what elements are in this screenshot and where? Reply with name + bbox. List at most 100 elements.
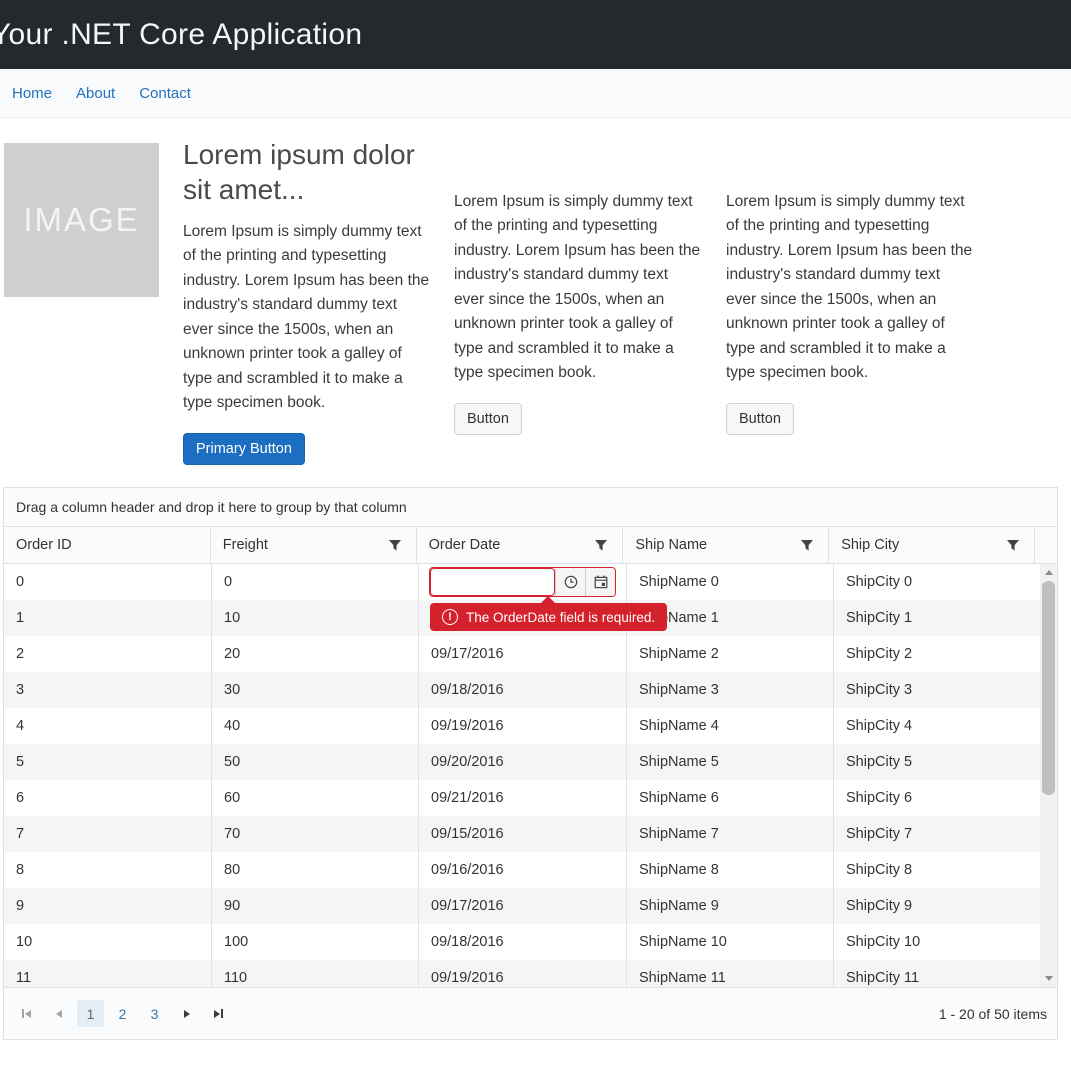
scrollbar-up-arrow[interactable] <box>1040 564 1057 581</box>
pager-next-button[interactable] <box>173 1000 200 1027</box>
pager-first-button[interactable] <box>13 1000 40 1027</box>
grid-group-panel[interactable]: Drag a column header and drop it here to… <box>4 488 1057 527</box>
cell-freight[interactable]: 60 <box>211 780 418 816</box>
cell-ship-city[interactable]: ShipCity 6 <box>833 780 1040 816</box>
cell-ship-name[interactable]: ShipName 8 <box>626 852 833 888</box>
cell-freight[interactable]: 0 <box>211 564 418 600</box>
cell-ship-name[interactable]: ShipName 7 <box>626 816 833 852</box>
cell-ship-name[interactable]: ShipName 2 <box>626 636 833 672</box>
scrollbar-thumb[interactable] <box>1042 581 1055 795</box>
hero-heading: Lorem ipsum dolor sit amet... <box>183 137 430 207</box>
cell-order-date[interactable]: 09/18/2016 <box>418 924 626 960</box>
cell-ship-city[interactable]: ShipCity 9 <box>833 888 1040 924</box>
cell-order-date[interactable]: 09/17/2016 <box>418 888 626 924</box>
main-nav: Home About Contact <box>0 69 1071 118</box>
cell-ship-city[interactable]: ShipCity 1 <box>833 600 1040 636</box>
secondary-button-1[interactable]: Button <box>454 403 522 435</box>
cell-order-id[interactable]: 9 <box>4 888 211 924</box>
cell-ship-name[interactable]: ShipName 11 <box>626 960 833 987</box>
column-header-ship-name-label[interactable]: Ship Name <box>635 537 707 553</box>
cell-order-id[interactable]: 6 <box>4 780 211 816</box>
cell-ship-city[interactable]: ShipCity 10 <box>833 924 1040 960</box>
table-row: 2 20 09/17/2016 ShipName 2 ShipCity 2 <box>4 636 1040 672</box>
cell-freight[interactable]: 40 <box>211 708 418 744</box>
cell-freight[interactable]: 50 <box>211 744 418 780</box>
validation-tooltip: ! The OrderDate field is required. <box>430 603 667 631</box>
order-date-input[interactable] <box>430 568 555 596</box>
table-row: 6 60 09/21/2016 ShipName 6 ShipCity 6 <box>4 780 1040 816</box>
column-header-order-date-label[interactable]: Order Date <box>429 537 501 553</box>
cell-ship-city[interactable]: ShipCity 0 <box>833 564 1040 600</box>
image-placeholder: IMAGE <box>4 143 159 297</box>
table-row: 10 100 09/18/2016 ShipName 10 ShipCity 1… <box>4 924 1040 960</box>
cell-freight[interactable]: 90 <box>211 888 418 924</box>
filter-icon[interactable] <box>1002 534 1024 556</box>
filter-icon[interactable] <box>590 534 612 556</box>
nav-item-about[interactable]: About <box>76 85 115 102</box>
date-picker-button[interactable] <box>585 568 615 596</box>
cell-ship-city[interactable]: ShipCity 4 <box>833 708 1040 744</box>
cell-ship-name[interactable]: ShipName 6 <box>626 780 833 816</box>
cell-order-id[interactable]: 10 <box>4 924 211 960</box>
cell-order-date-editor <box>418 564 626 600</box>
cell-ship-city[interactable]: ShipCity 11 <box>833 960 1040 987</box>
order-date-datetimepicker <box>429 567 616 597</box>
cell-order-date[interactable]: 09/21/2016 <box>418 780 626 816</box>
pager-last-button[interactable] <box>205 1000 232 1027</box>
hero-paragraph-1: Lorem Ipsum is simply dummy text of the … <box>183 220 430 416</box>
cell-order-date[interactable]: 09/19/2016 <box>418 960 626 987</box>
cell-freight[interactable]: 100 <box>211 924 418 960</box>
cell-freight[interactable]: 30 <box>211 672 418 708</box>
cell-ship-city[interactable]: ShipCity 3 <box>833 672 1040 708</box>
cell-order-id[interactable]: 7 <box>4 816 211 852</box>
column-header-order-id-label[interactable]: Order ID <box>16 537 72 553</box>
cell-order-date[interactable]: 09/15/2016 <box>418 816 626 852</box>
cell-order-date[interactable]: 09/20/2016 <box>418 744 626 780</box>
pager-page-2[interactable]: 2 <box>109 1000 136 1027</box>
nav-item-contact[interactable]: Contact <box>139 85 191 102</box>
cell-order-date[interactable]: 09/19/2016 <box>418 708 626 744</box>
cell-order-id[interactable]: 4 <box>4 708 211 744</box>
cell-order-id[interactable]: 11 <box>4 960 211 987</box>
cell-ship-name[interactable]: ShipName 4 <box>626 708 833 744</box>
cell-ship-city[interactable]: ShipCity 7 <box>833 816 1040 852</box>
column-header-ship-city: Ship City <box>828 527 1034 563</box>
cell-order-id[interactable]: 1 <box>4 600 211 636</box>
cell-ship-name[interactable]: ShipName 0 <box>626 564 833 600</box>
cell-freight[interactable]: 10 <box>211 600 418 636</box>
cell-order-id[interactable]: 2 <box>4 636 211 672</box>
cell-order-date[interactable]: 09/18/2016 <box>418 672 626 708</box>
app-header: Your .NET Core Application <box>0 0 1071 69</box>
cell-ship-name[interactable]: ShipName 5 <box>626 744 833 780</box>
column-header-freight-label[interactable]: Freight <box>223 537 268 553</box>
cell-ship-city[interactable]: ShipCity 2 <box>833 636 1040 672</box>
cell-freight[interactable]: 20 <box>211 636 418 672</box>
cell-freight[interactable]: 110 <box>211 960 418 987</box>
filter-icon[interactable] <box>796 534 818 556</box>
scrollbar-down-arrow[interactable] <box>1040 970 1057 987</box>
pager-page-1[interactable]: 1 <box>77 1000 104 1027</box>
cell-order-id[interactable]: 8 <box>4 852 211 888</box>
cell-ship-name[interactable]: ShipName 10 <box>626 924 833 960</box>
cell-order-id[interactable]: 3 <box>4 672 211 708</box>
cell-ship-name[interactable]: ShipName 9 <box>626 888 833 924</box>
cell-order-id[interactable]: 0 <box>4 564 211 600</box>
cell-ship-name[interactable]: ShipName 3 <box>626 672 833 708</box>
pager-previous-button[interactable] <box>45 1000 72 1027</box>
column-header-ship-city-label[interactable]: Ship City <box>841 537 899 553</box>
time-picker-button[interactable] <box>555 568 585 596</box>
secondary-button-2[interactable]: Button <box>726 403 794 435</box>
cell-freight[interactable]: 70 <box>211 816 418 852</box>
cell-order-date[interactable]: 09/16/2016 <box>418 852 626 888</box>
primary-button[interactable]: Primary Button <box>183 433 305 465</box>
cell-ship-city[interactable]: ShipCity 8 <box>833 852 1040 888</box>
cell-freight[interactable]: 80 <box>211 852 418 888</box>
nav-item-home[interactable]: Home <box>12 85 52 102</box>
grid-pager: 1 2 3 1 - 20 of 50 items <box>4 987 1057 1039</box>
triangle-up-icon <box>1045 570 1053 575</box>
cell-order-id[interactable]: 5 <box>4 744 211 780</box>
cell-order-date[interactable]: 09/17/2016 <box>418 636 626 672</box>
filter-icon[interactable] <box>384 534 406 556</box>
cell-ship-city[interactable]: ShipCity 5 <box>833 744 1040 780</box>
pager-page-3[interactable]: 3 <box>141 1000 168 1027</box>
